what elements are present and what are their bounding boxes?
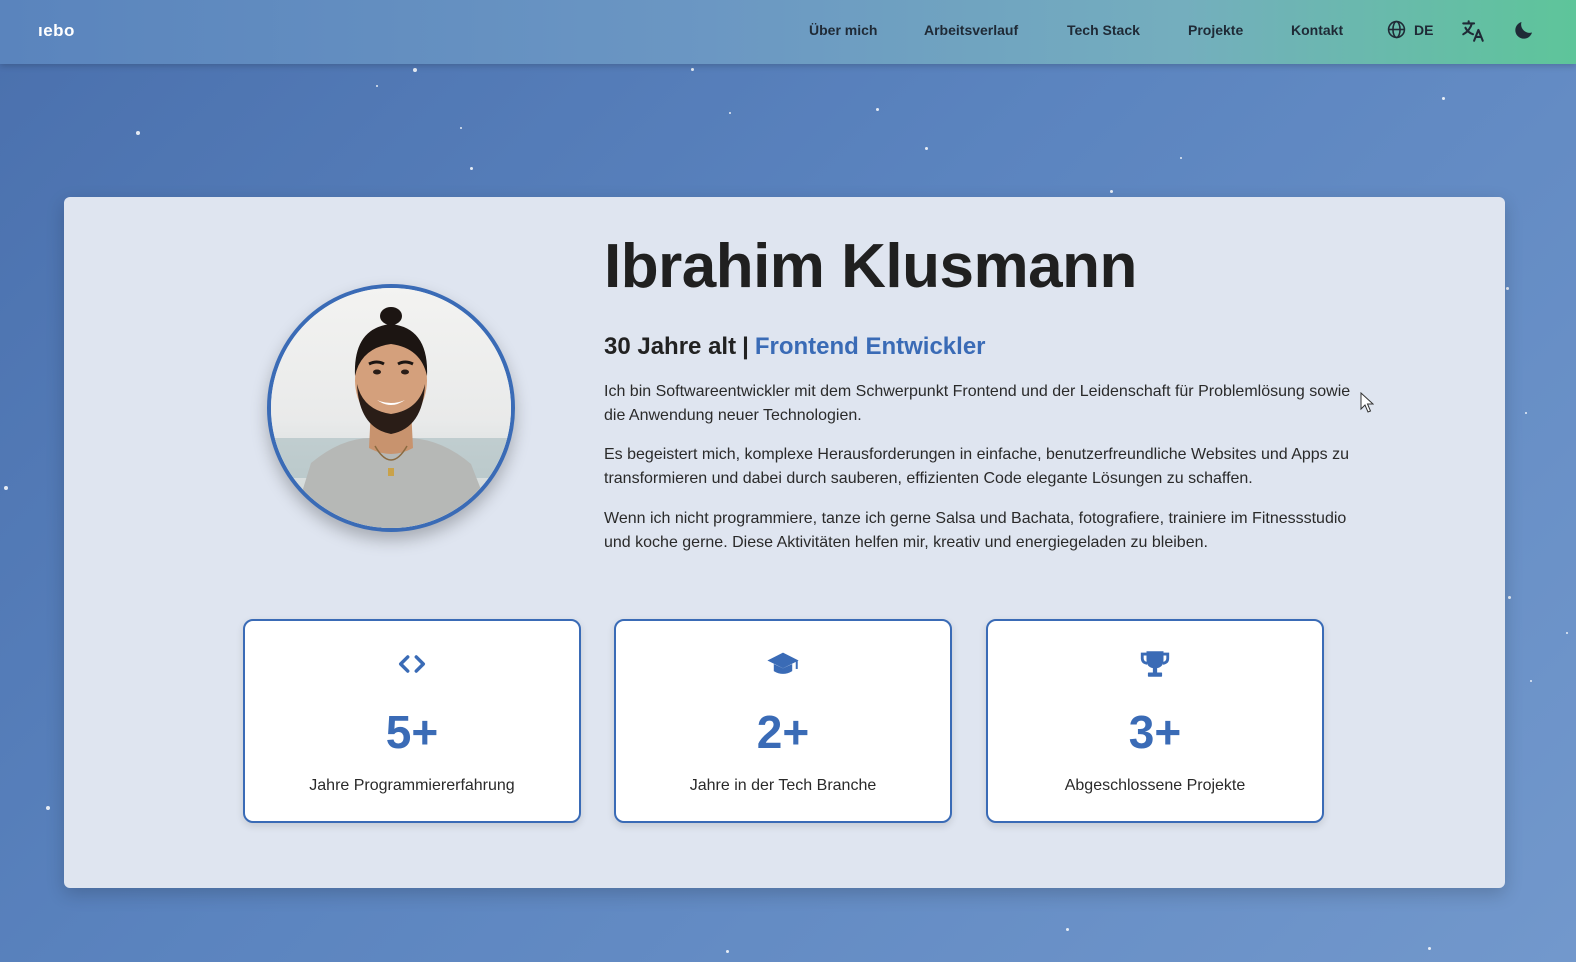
star xyxy=(1110,190,1113,193)
translate-button[interactable] xyxy=(1460,18,1486,44)
star xyxy=(691,68,694,71)
nav-link-arbeitsverlauf[interactable]: Arbeitsverlauf xyxy=(924,22,1018,38)
star xyxy=(1066,928,1069,931)
stat-label: Jahre in der Tech Branche xyxy=(689,777,877,794)
mouse-cursor-icon xyxy=(1360,392,1374,413)
star xyxy=(729,112,731,114)
stat-value: 3+ xyxy=(1128,706,1182,758)
stat-value: 5+ xyxy=(385,706,439,758)
stat-label: Jahre Programmiererfahrung xyxy=(309,777,515,794)
star xyxy=(1180,157,1182,159)
star xyxy=(376,85,378,87)
nav-link-ueber-mich[interactable]: Über mich xyxy=(809,22,877,38)
star xyxy=(1566,632,1568,634)
stat-card-industry: 2+ Jahre in der Tech Branche xyxy=(614,619,952,823)
code-icon xyxy=(398,655,426,673)
stat-card-experience: 5+ Jahre Programmiererfahrung xyxy=(243,619,581,823)
stat-label: Abgeschlossene Projekte xyxy=(1064,777,1246,794)
star xyxy=(1530,680,1532,682)
star xyxy=(470,167,473,170)
theme-toggle-button[interactable] xyxy=(1512,18,1538,44)
top-navigation-bar: ıebo Über mich Arbeitsverlauf Tech Stack… xyxy=(0,0,1576,64)
globe-icon xyxy=(1387,20,1406,39)
subtitle-separator: | xyxy=(742,333,749,360)
profile-age: 30 Jahre alt xyxy=(604,333,737,360)
bio-paragraph: Wenn ich nicht programmiere, tanze ich g… xyxy=(604,510,1347,551)
star xyxy=(136,131,140,135)
language-selector[interactable]: DE xyxy=(1387,20,1433,39)
star xyxy=(876,108,879,111)
star xyxy=(1525,412,1527,414)
nav-link-kontakt[interactable]: Kontakt xyxy=(1291,22,1343,38)
bio-paragraph: Es begeistert mich, komplexe Herausforde… xyxy=(604,446,1350,487)
profile-name: Ibrahim Klusmann xyxy=(604,232,1137,301)
graduation-cap-icon xyxy=(767,652,799,674)
bio-paragraph: Ich bin Softwareentwickler mit dem Schwe… xyxy=(604,383,1351,424)
star xyxy=(1442,97,1445,100)
profile-subtitle: 30 Jahre alt | Frontend Entwickler xyxy=(604,333,986,361)
profile-role: Frontend Entwickler xyxy=(754,333,986,360)
star xyxy=(413,68,417,72)
star xyxy=(4,486,8,490)
star xyxy=(460,127,462,129)
profile-photo xyxy=(267,284,515,532)
nav-link-tech-stack[interactable]: Tech Stack xyxy=(1067,22,1140,38)
nav-link-projekte[interactable]: Projekte xyxy=(1188,22,1243,38)
star xyxy=(925,147,928,150)
stat-card-projects: 3+ Abgeschlossene Projekte xyxy=(986,619,1324,823)
star xyxy=(726,950,729,953)
star xyxy=(46,806,50,810)
trophy-icon xyxy=(1140,651,1170,677)
star xyxy=(1428,947,1431,950)
translate-icon xyxy=(1462,20,1484,42)
language-code: DE xyxy=(1414,21,1434,38)
moon-icon xyxy=(1515,22,1532,39)
star xyxy=(1508,596,1511,599)
site-logo[interactable]: ıebo xyxy=(38,21,75,41)
stat-value: 2+ xyxy=(756,706,810,758)
star xyxy=(1506,287,1509,290)
about-section-card: Ibrahim Klusmann 30 Jahre alt | Frontend E… xyxy=(64,197,1505,888)
